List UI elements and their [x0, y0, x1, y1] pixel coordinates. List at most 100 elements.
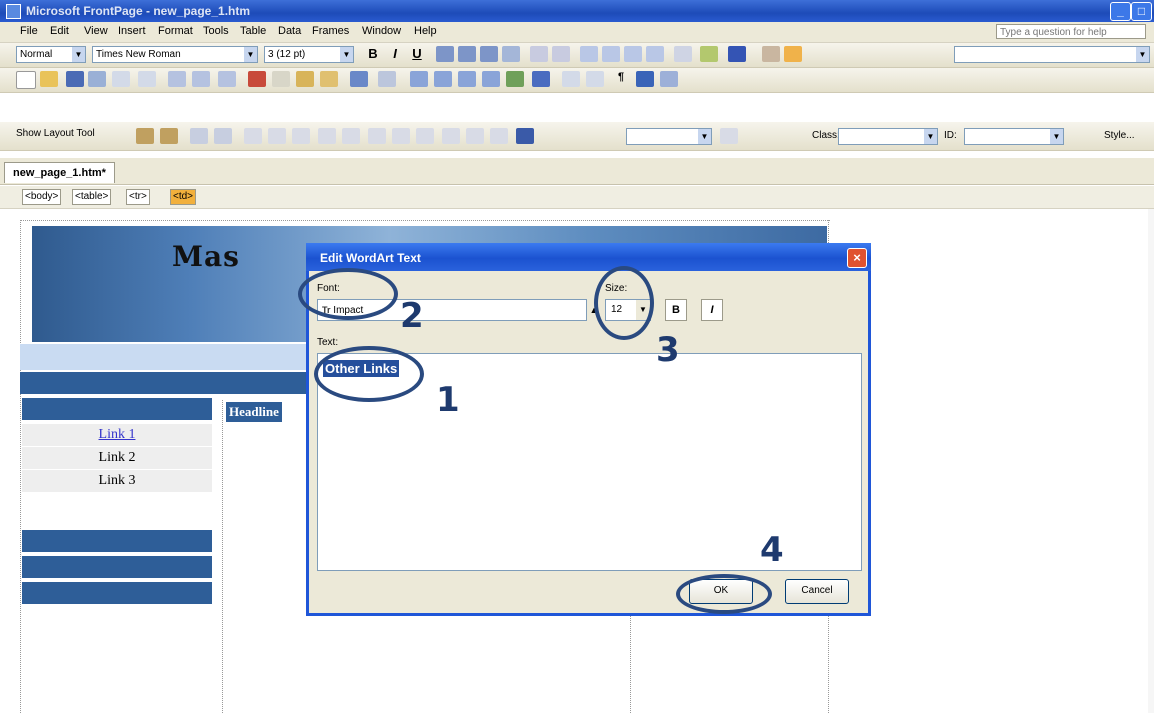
- menu-bar: File Edit View Insert Format Tools Table…: [0, 22, 1154, 43]
- decrease-font-icon[interactable]: [552, 46, 570, 62]
- new-page-icon[interactable]: [16, 71, 36, 89]
- menu-insert[interactable]: Insert: [118, 25, 146, 37]
- ltr-icon[interactable]: [762, 46, 780, 62]
- align-right-icon[interactable]: [480, 46, 498, 62]
- id-combo[interactable]: ▼: [964, 128, 1064, 145]
- menu-data[interactable]: Data: [278, 25, 301, 37]
- insert-layer-icon[interactable]: [458, 71, 476, 87]
- help-icon[interactable]: [660, 71, 678, 87]
- numbering-icon[interactable]: [580, 46, 598, 62]
- distribute-rows-icon[interactable]: [442, 128, 460, 144]
- menu-window[interactable]: Window: [362, 25, 401, 37]
- insert-columns-icon[interactable]: [268, 128, 286, 144]
- menu-format[interactable]: Format: [158, 25, 193, 37]
- bullets-icon[interactable]: [602, 46, 620, 62]
- open-icon[interactable]: [40, 71, 58, 87]
- align-bottom-icon[interactable]: [416, 128, 434, 144]
- size-combo[interactable]: 3 (12 pt) ▼: [264, 46, 354, 63]
- show-all-icon[interactable]: ¶: [612, 71, 630, 87]
- minimize-button[interactable]: _: [1110, 2, 1131, 21]
- paste-icon[interactable]: [296, 71, 314, 87]
- increase-indent-icon[interactable]: [646, 46, 664, 62]
- vertical-scrollbar[interactable]: [1148, 209, 1154, 713]
- web-component-icon[interactable]: [410, 71, 428, 87]
- hyperlink-icon[interactable]: [532, 71, 550, 87]
- underline-button[interactable]: U: [408, 46, 426, 62]
- sidebar-link-2[interactable]: Link 2: [22, 447, 212, 470]
- eraser-icon[interactable]: [214, 128, 232, 144]
- font-combo[interactable]: Times New Roman ▼: [92, 46, 258, 63]
- search-icon[interactable]: [218, 71, 236, 87]
- menu-view[interactable]: View: [84, 25, 108, 37]
- copy-icon[interactable]: [272, 71, 290, 87]
- distribute-columns-icon[interactable]: [466, 128, 484, 144]
- show-layout-tool-button[interactable]: Show Layout Tool: [16, 128, 95, 139]
- format-painter-icon[interactable]: [320, 71, 338, 87]
- style-button[interactable]: Style...: [1104, 130, 1135, 141]
- undo-icon[interactable]: [350, 71, 368, 87]
- class-combo[interactable]: ▼: [838, 128, 938, 145]
- tag-table[interactable]: <table>: [72, 189, 112, 205]
- insert-picture-icon[interactable]: [482, 71, 500, 87]
- decrease-indent-icon[interactable]: [624, 46, 642, 62]
- italic-button[interactable]: I: [386, 46, 404, 62]
- justify-icon[interactable]: [502, 46, 520, 62]
- autofit-icon[interactable]: [490, 128, 508, 144]
- highlight-icon[interactable]: [700, 46, 718, 62]
- cancel-button[interactable]: Cancel: [785, 579, 849, 604]
- tag-td[interactable]: <td>: [170, 189, 197, 205]
- autoformat-icon[interactable]: [720, 128, 738, 144]
- font-color-icon[interactable]: [728, 46, 746, 62]
- close-button[interactable]: ×: [847, 248, 867, 268]
- menu-edit[interactable]: Edit: [50, 25, 69, 37]
- menu-tools[interactable]: Tools: [203, 25, 229, 37]
- borders-icon[interactable]: [674, 46, 692, 62]
- menu-table[interactable]: Table: [240, 25, 266, 37]
- center-vertically-icon[interactable]: [392, 128, 410, 144]
- publish-icon[interactable]: [88, 71, 106, 87]
- menu-file[interactable]: File: [20, 25, 38, 37]
- redo-icon[interactable]: [378, 71, 396, 87]
- sidebar-link-1[interactable]: Link 1: [22, 424, 212, 447]
- split-cells-icon[interactable]: [342, 128, 360, 144]
- insert-table-icon[interactable]: [434, 71, 452, 87]
- layout-cell-icon[interactable]: [160, 128, 178, 144]
- style-combo[interactable]: Normal ▼: [16, 46, 86, 63]
- print-icon[interactable]: [138, 71, 156, 87]
- tag-body[interactable]: <body>: [22, 189, 62, 205]
- bold-button[interactable]: B: [364, 46, 382, 62]
- draw-table-icon[interactable]: [190, 128, 208, 144]
- save-icon[interactable]: [66, 71, 84, 87]
- help-question-box[interactable]: Type a question for help: [996, 24, 1146, 39]
- preview-icon[interactable]: [168, 71, 186, 87]
- insert-rows-icon[interactable]: [244, 128, 262, 144]
- merge-cells-icon[interactable]: [318, 128, 336, 144]
- align-center-icon[interactable]: [458, 46, 476, 62]
- stop-icon[interactable]: [586, 71, 604, 87]
- quick-tag-selector: <body> <table> <tr> <td>: [0, 186, 1154, 209]
- maximize-button[interactable]: □: [1131, 2, 1152, 21]
- tab-new-page[interactable]: new_page_1.htm*: [4, 162, 115, 183]
- cut-icon[interactable]: [248, 71, 266, 87]
- align-left-icon[interactable]: [436, 46, 454, 62]
- refresh-icon[interactable]: [562, 71, 580, 87]
- spelling-icon[interactable]: [192, 71, 210, 87]
- tag-tr[interactable]: <tr>: [126, 189, 150, 205]
- sidebar-link-3[interactable]: Link 3: [22, 470, 212, 493]
- toolbar-combo-empty[interactable]: ▼: [954, 46, 1150, 63]
- delete-cells-icon[interactable]: [292, 128, 310, 144]
- rtl-icon[interactable]: [784, 46, 802, 62]
- folder-list-icon[interactable]: [112, 71, 130, 87]
- fill-color-icon[interactable]: [516, 128, 534, 144]
- pictures-icon[interactable]: [636, 71, 654, 87]
- layout-table-icon[interactable]: [136, 128, 154, 144]
- drawing-icon[interactable]: [506, 71, 524, 87]
- table-autoformat-combo[interactable]: ▼: [626, 128, 712, 145]
- text-label: Text:: [317, 337, 339, 348]
- increase-font-icon[interactable]: [530, 46, 548, 62]
- align-top-icon[interactable]: [368, 128, 386, 144]
- menu-frames[interactable]: Frames: [312, 25, 349, 37]
- bold-button[interactable]: B: [665, 299, 687, 321]
- italic-button[interactable]: I: [701, 299, 723, 321]
- menu-help[interactable]: Help: [414, 25, 437, 37]
